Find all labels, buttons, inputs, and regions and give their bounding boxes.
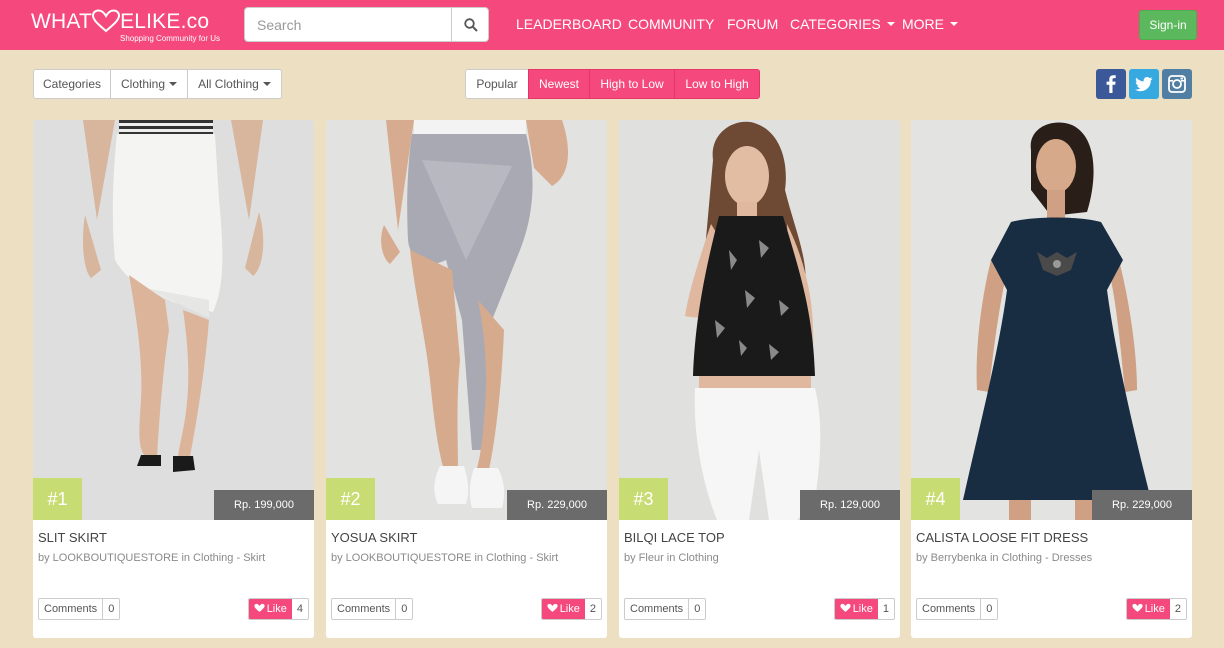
comments-button[interactable]: Comments 0	[331, 598, 414, 620]
price-tag: Rp. 229,000	[1092, 490, 1192, 520]
heart-icon	[840, 603, 851, 613]
search-group	[244, 7, 489, 42]
search-button[interactable]	[451, 7, 489, 42]
chevron-down-icon	[169, 81, 178, 86]
product-card[interactable]: #3 Rp. 129,000 BILQI LACE TOP by Fleur i…	[619, 120, 900, 638]
skirt-photo-image	[33, 120, 314, 520]
twitter-icon	[1135, 77, 1153, 92]
chevron-down-icon	[886, 22, 895, 27]
product-card[interactable]: #4 Rp. 229,000 CALISTA LOOSE FIT DRESS b…	[911, 120, 1192, 638]
product-title[interactable]: CALISTA LOOSE FIT DRESS	[916, 530, 1088, 546]
heart-w-icon	[92, 9, 121, 33]
comments-button[interactable]: Comments 0	[624, 598, 707, 620]
search-icon	[464, 18, 478, 32]
rank-badge: #1	[33, 478, 82, 520]
heart-icon	[547, 603, 558, 613]
comments-label: Comments	[625, 599, 690, 619]
nav-categories-label: CATEGORIES	[790, 16, 881, 32]
product-card[interactable]: #2 Rp. 229,000 YOSUA SKIRT by LOOKBOUTIQ…	[326, 120, 607, 638]
comments-count: 0	[108, 603, 115, 615]
like-button[interactable]: Like 2	[540, 598, 602, 620]
chevron-down-icon	[262, 81, 271, 86]
instagram-icon	[1168, 75, 1186, 93]
product-title[interactable]: SLIT SKIRT	[38, 530, 107, 546]
heart-icon	[254, 603, 265, 613]
nav-leaderboard[interactable]: LEADERBOARD	[516, 16, 622, 33]
sort-newest[interactable]: Newest	[528, 69, 590, 99]
facebook-button[interactable]	[1096, 69, 1126, 99]
price-tag: Rp. 129,000	[800, 490, 900, 520]
comments-count: 0	[986, 603, 993, 615]
dress-photo-image	[911, 120, 1192, 520]
instagram-button[interactable]	[1162, 69, 1192, 99]
product-title[interactable]: YOSUA SKIRT	[331, 530, 417, 546]
filter-categories[interactable]: Categories	[33, 69, 111, 99]
filter-all-clothing-label: All Clothing	[198, 77, 259, 91]
site-logo[interactable]: WHAT ELIKE.co Shopping Community for Us	[31, 9, 226, 45]
like-count: 2	[589, 603, 596, 615]
signin-button[interactable]: Sign-in	[1139, 10, 1197, 40]
like-label-wrap: Like	[1126, 599, 1170, 619]
like-button[interactable]: Like 1	[833, 598, 895, 620]
comments-button[interactable]: Comments 0	[38, 598, 121, 620]
chevron-down-icon	[950, 22, 958, 27]
like-count: 2	[1174, 603, 1181, 615]
product-image[interactable]: #2 Rp. 229,000	[326, 120, 607, 520]
search-input[interactable]	[244, 7, 451, 42]
like-label: Like	[266, 603, 287, 615]
navbar: WHATELIKE.co Shopping Community for Us L…	[0, 0, 1224, 50]
like-label: Like	[1144, 603, 1165, 615]
filter-clothing-dropdown[interactable]: Clothing	[110, 69, 188, 99]
nav-more-label: MORE	[902, 16, 944, 32]
filter-all-clothing-dropdown[interactable]: All Clothing	[187, 69, 282, 99]
product-meta: by Fleur in Clothing	[624, 552, 719, 564]
comments-button[interactable]: Comments 0	[916, 598, 999, 620]
sort-low-to-high[interactable]: Low to High	[674, 69, 760, 99]
nav-community[interactable]: COMMUNITY	[628, 16, 714, 33]
comments-label: Comments	[917, 599, 982, 619]
like-label-wrap: Like	[834, 599, 878, 619]
nav-forum[interactable]: FORUM	[727, 16, 778, 33]
comments-count: 0	[694, 603, 701, 615]
sort-popular[interactable]: Popular	[465, 69, 529, 99]
price-tag: Rp. 229,000	[507, 490, 607, 520]
comments-label: Comments	[332, 599, 397, 619]
facebook-icon	[1106, 75, 1116, 93]
like-label-wrap: Like	[541, 599, 585, 619]
like-label: Like	[559, 603, 580, 615]
like-button[interactable]: Like 2	[1125, 598, 1187, 620]
product-title[interactable]: BILQI LACE TOP	[624, 530, 725, 546]
lace-top-photo-image	[619, 120, 900, 520]
comments-label: Comments	[39, 599, 104, 619]
product-card[interactable]: #1 Rp. 199,000 SLIT SKIRT by LOOKBOUTIQU…	[33, 120, 314, 638]
product-meta: by LOOKBOUTIQUESTORE in Clothing - Skirt	[38, 552, 266, 564]
like-count: 4	[296, 603, 303, 615]
heart-icon	[1132, 603, 1143, 613]
skirt-photo-image	[326, 120, 607, 520]
filter-clothing-label: Clothing	[120, 77, 166, 91]
rank-badge: #3	[619, 478, 668, 520]
product-meta: by Berrybenka in Clothing - Dresses	[916, 552, 1093, 564]
rank-badge: #4	[911, 478, 960, 520]
like-label-wrap: Like	[248, 599, 292, 619]
comments-count: 0	[401, 603, 408, 615]
logo-tagline: Shopping Community for Us	[120, 34, 221, 43]
nav-more-dropdown[interactable]: MORE	[902, 16, 958, 33]
price-tag: Rp. 199,000	[214, 490, 314, 520]
product-image[interactable]: #3 Rp. 129,000	[619, 120, 900, 520]
logo-wordmark: WHAT ELIKE.co	[31, 9, 210, 33]
rank-badge: #2	[326, 478, 375, 520]
like-button[interactable]: Like 4	[247, 598, 309, 620]
sort-high-to-low[interactable]: High to Low	[589, 69, 675, 99]
product-meta: by LOOKBOUTIQUESTORE in Clothing - Skirt	[331, 552, 559, 564]
nav-categories-dropdown[interactable]: CATEGORIES	[790, 16, 895, 33]
product-image[interactable]: #4 Rp. 229,000	[911, 120, 1192, 520]
twitter-button[interactable]	[1129, 69, 1159, 99]
like-label: Like	[852, 603, 873, 615]
product-image[interactable]: #1 Rp. 199,000	[33, 120, 314, 520]
like-count: 1	[882, 603, 889, 615]
